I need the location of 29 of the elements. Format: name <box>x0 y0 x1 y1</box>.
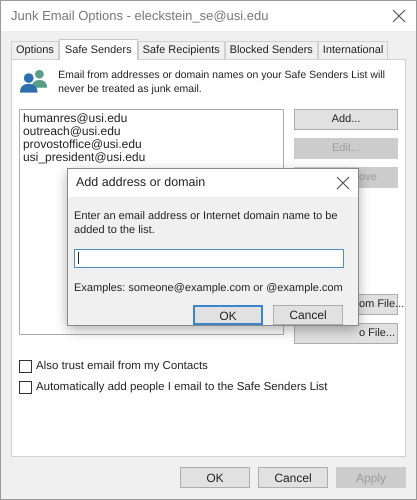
people-icon <box>19 68 48 94</box>
examples-text: Examples: someone@example.com or @example.com <box>74 280 344 296</box>
checkbox[interactable] <box>19 360 32 374</box>
dialog-title: Add address or domain <box>76 174 206 192</box>
checkbox-label: Automatically add people I email to the Safe Senders List <box>36 380 328 396</box>
close-icon[interactable] <box>336 176 350 190</box>
dialog-button[interactable]: Cancel <box>258 467 328 488</box>
side-button[interactable]: Add... <box>294 109 398 130</box>
dialog-button[interactable]: OK <box>193 305 263 325</box>
tab[interactable]: Blocked Senders <box>224 41 318 59</box>
checkbox[interactable] <box>19 381 32 394</box>
tab[interactable]: Safe Recipients <box>138 41 225 59</box>
list-item[interactable]: humanres@usi.edu <box>23 112 280 125</box>
side-button[interactable]: o File... <box>294 323 398 344</box>
list-item[interactable]: provostoffice@usi.edu <box>23 138 280 151</box>
tab[interactable]: Safe Senders <box>58 39 138 60</box>
checkbox-label: Also trust email from my Contacts <box>36 359 208 374</box>
tab[interactable]: Options <box>11 41 59 59</box>
tab[interactable]: International <box>318 41 388 59</box>
dialog-button[interactable]: OK <box>180 467 250 488</box>
list-item[interactable]: outreach@usi.edu <box>23 125 280 138</box>
close-icon[interactable] <box>392 9 406 23</box>
list-item[interactable]: usi_president@usi.edu <box>23 151 280 164</box>
address-field[interactable] <box>74 248 344 268</box>
prompt-text: Enter an email address or Internet domain name to be added to the list. <box>74 208 339 236</box>
text-cursor <box>78 252 79 264</box>
description: Email from addresses or domain names on your Safe Senders List will never be treated as junk email. <box>58 68 386 96</box>
dialog-button[interactable]: Cancel <box>273 305 343 325</box>
window-title: Junk Email Options - eleckstein_se@usi.edu <box>11 7 268 26</box>
